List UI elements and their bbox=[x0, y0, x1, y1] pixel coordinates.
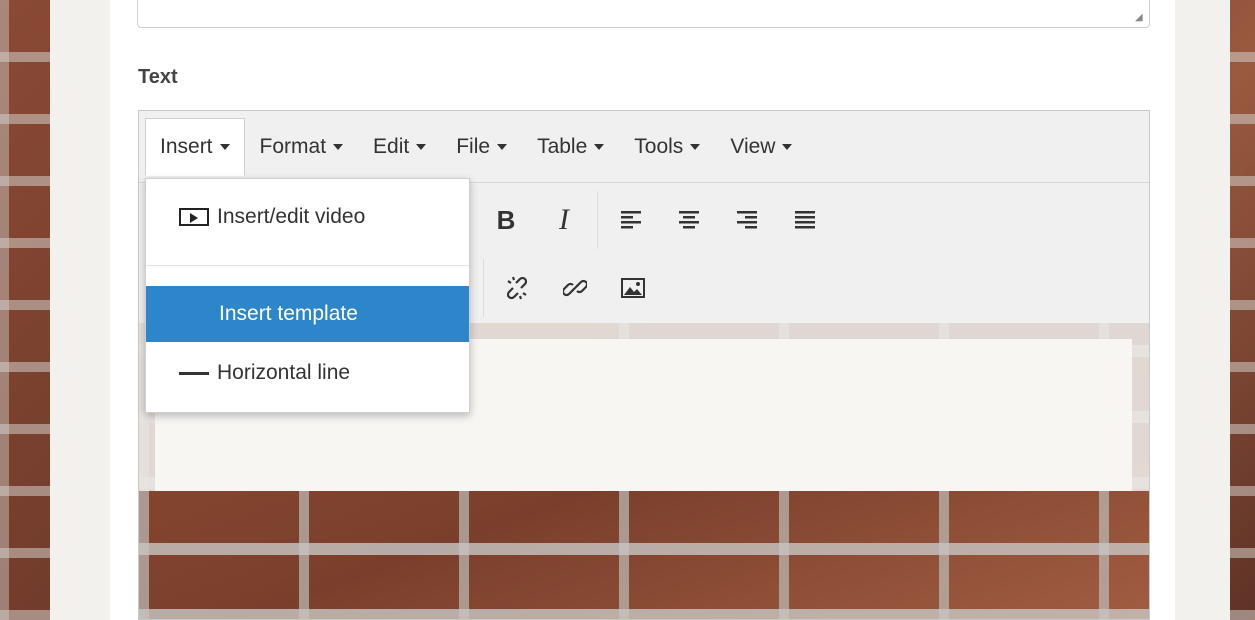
previous-textarea[interactable]: ◢ bbox=[137, 0, 1150, 28]
background-panel-right bbox=[1175, 0, 1230, 620]
menu-edit-label: Edit bbox=[373, 134, 410, 158]
align-right-button[interactable] bbox=[718, 191, 776, 249]
bold-button[interactable]: B bbox=[477, 191, 535, 249]
menu-insert-label: Insert bbox=[160, 134, 213, 158]
italic-button[interactable]: I bbox=[535, 191, 593, 249]
menu-item-label: Insert/edit video bbox=[217, 205, 366, 228]
menu-edit[interactable]: Edit bbox=[358, 118, 441, 176]
editor-menubar: Insert Format Edit File Table Tools View bbox=[139, 111, 1149, 183]
resize-handle-icon[interactable]: ◢ bbox=[1135, 13, 1145, 23]
justify-button[interactable] bbox=[776, 191, 834, 249]
unlink-icon bbox=[506, 276, 528, 300]
link-button[interactable] bbox=[546, 259, 604, 317]
horizontal-line-icon bbox=[179, 371, 209, 375]
link-icon bbox=[563, 279, 587, 297]
align-left-icon bbox=[621, 211, 641, 229]
chevron-down-icon bbox=[594, 143, 605, 150]
image-icon bbox=[621, 278, 645, 298]
menu-format[interactable]: Format bbox=[245, 118, 359, 176]
menu-item-horizontal-line[interactable]: Horizontal line bbox=[146, 345, 469, 401]
insert-menu-dropdown: Insert/edit video Insert template Horizo… bbox=[145, 178, 470, 413]
chevron-down-icon bbox=[782, 143, 793, 150]
menu-table-label: Table bbox=[537, 134, 588, 158]
menu-insert[interactable]: Insert bbox=[145, 117, 245, 176]
menu-item-insert-video[interactable]: Insert/edit video bbox=[146, 189, 469, 245]
unlink-button[interactable] bbox=[488, 259, 546, 317]
align-justify-icon bbox=[795, 211, 815, 229]
menu-divider bbox=[146, 265, 469, 266]
menu-view-label: View bbox=[730, 134, 776, 158]
menu-view[interactable]: View bbox=[715, 118, 807, 176]
field-label-text: Text bbox=[138, 66, 178, 88]
menu-table[interactable]: Table bbox=[522, 118, 619, 176]
chevron-down-icon bbox=[690, 143, 701, 150]
background-panel-left bbox=[50, 0, 110, 620]
video-icon bbox=[179, 208, 209, 226]
align-right-icon bbox=[737, 211, 757, 229]
insert-image-button[interactable] bbox=[604, 259, 662, 317]
toolbar-divider bbox=[597, 191, 598, 249]
chevron-down-icon bbox=[416, 143, 427, 150]
toolbar-divider bbox=[483, 259, 484, 317]
menu-format-label: Format bbox=[259, 134, 327, 158]
align-center-button[interactable] bbox=[660, 191, 718, 249]
chevron-down-icon bbox=[219, 143, 230, 150]
menu-item-label: Horizontal line bbox=[217, 361, 351, 384]
menu-item-insert-template[interactable]: Insert template bbox=[146, 286, 469, 342]
chevron-down-icon bbox=[333, 143, 344, 150]
align-center-icon bbox=[679, 211, 699, 229]
align-left-button[interactable] bbox=[602, 191, 660, 249]
menu-file-label: File bbox=[456, 134, 491, 158]
chevron-down-icon bbox=[497, 143, 508, 150]
menu-file[interactable]: File bbox=[441, 118, 522, 176]
menu-tools-label: Tools bbox=[634, 134, 684, 158]
menu-item-label: Insert template bbox=[219, 302, 358, 325]
menu-tools[interactable]: Tools bbox=[619, 118, 715, 176]
